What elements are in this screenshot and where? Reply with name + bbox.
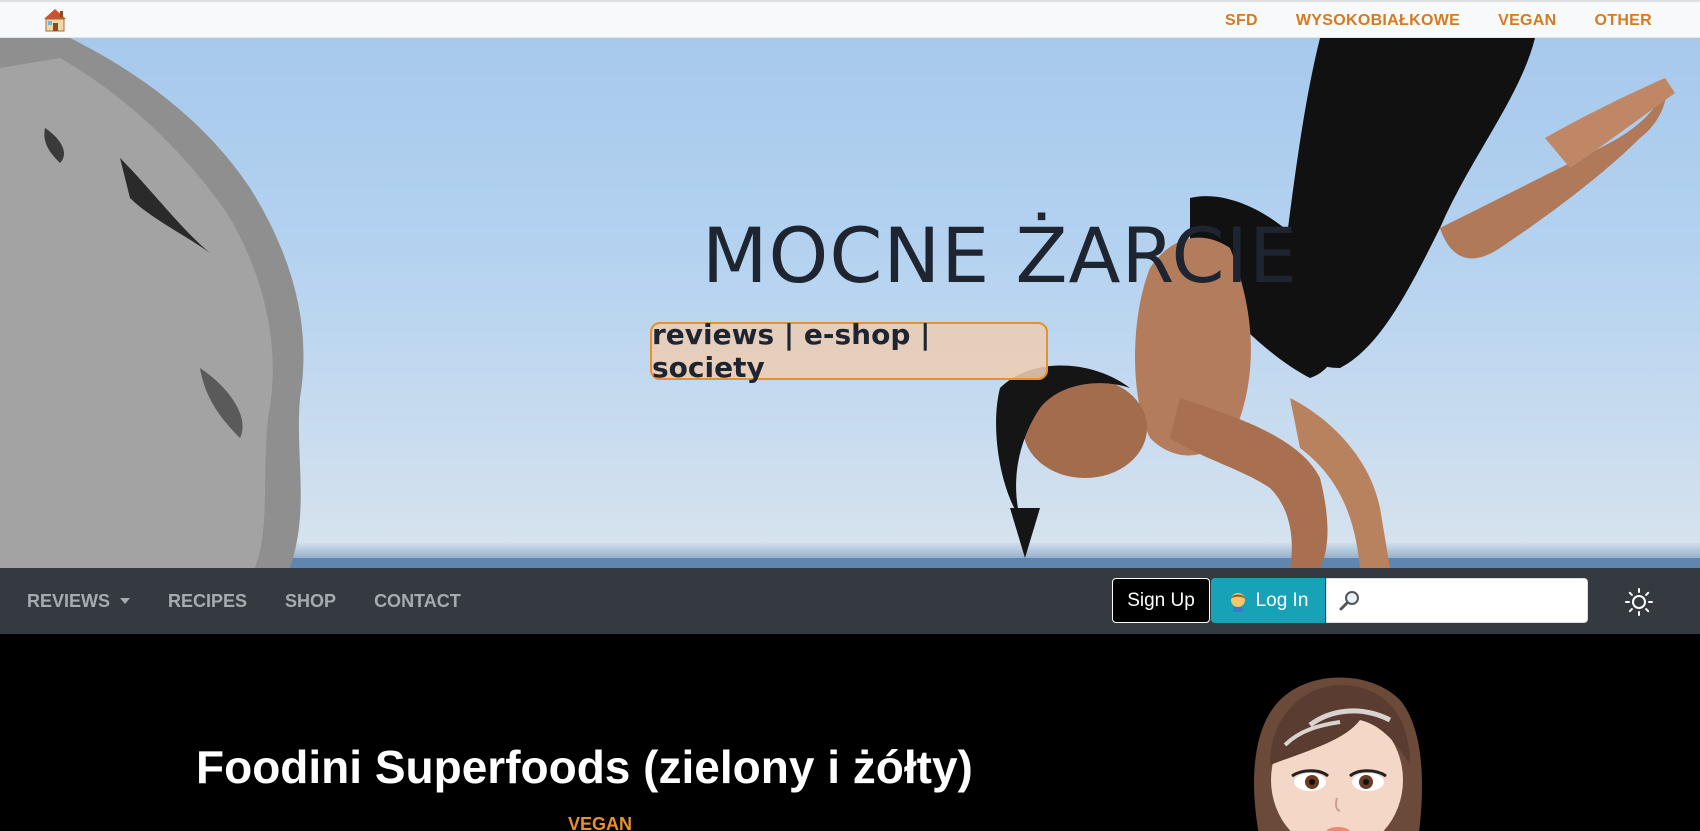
nav-reviews-label: REVIEWS	[27, 590, 111, 611]
nav-reviews-dropdown[interactable]: REVIEWS	[27, 590, 131, 612]
house-icon[interactable]	[42, 7, 68, 33]
nav-recipes[interactable]: RECIPES	[168, 591, 247, 612]
hero-banner: MOCNE ŻARCIE reviews | e-shop | society	[0, 38, 1700, 568]
chevron-down-icon	[120, 598, 131, 604]
nav-contact[interactable]: CONTACT	[374, 591, 461, 612]
person-icon	[1230, 592, 1245, 612]
top-nav-wysokobialkowe[interactable]: WYSOKOBIAŁKOWE	[1296, 12, 1460, 30]
magnifier-icon	[1339, 591, 1359, 611]
site-title-text: MOCNE ŻARCIE	[701, 211, 1299, 300]
sign-up-button[interactable]: Sign Up	[1112, 578, 1210, 623]
log-in-button[interactable]: Log In	[1211, 578, 1325, 623]
main-nav-links: REVIEWS RECIPES SHOP CONTACT	[27, 568, 499, 634]
top-bar: SFD WYSOKOBIAŁKOWE VEGAN OTHER	[0, 0, 1700, 38]
top-nav-sfd[interactable]: SFD	[1225, 12, 1258, 30]
search-box[interactable]	[1326, 578, 1588, 623]
top-nav-vegan[interactable]: VEGAN	[1498, 12, 1556, 30]
top-nav: SFD WYSOKOBIAŁKOWE VEGAN OTHER	[1225, 2, 1700, 40]
top-nav-other[interactable]: OTHER	[1595, 12, 1653, 30]
search-input[interactable]	[1367, 585, 1579, 617]
article-category-link[interactable]: VEGAN	[568, 814, 632, 831]
article-section: Foodini Superfoods (zielony i żółty) VEG…	[0, 634, 1700, 831]
log-in-label: Log In	[1255, 589, 1309, 611]
site-tagline: reviews | e-shop | society	[650, 318, 1048, 384]
site-title: MOCNE ŻARCIE	[0, 211, 1700, 300]
author-avatar	[1254, 677, 1422, 831]
main-navbar: REVIEWS RECIPES SHOP CONTACT Sign Up Log…	[0, 568, 1700, 634]
sun-icon[interactable]	[1625, 588, 1653, 616]
nav-shop[interactable]: SHOP	[285, 591, 336, 612]
hero-image	[0, 38, 1700, 568]
article-title: Foodini Superfoods (zielony i żółty)	[196, 741, 973, 793]
